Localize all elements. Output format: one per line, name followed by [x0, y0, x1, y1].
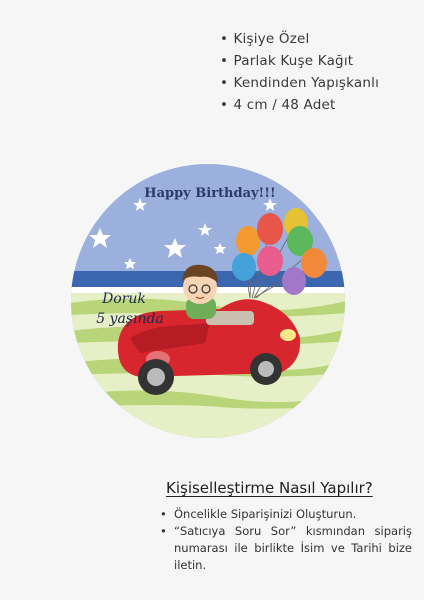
- birthday-sticker-image: Happy Birthday!!! Doruk 5 yaşında: [71, 164, 345, 438]
- feature-item: • 4 cm / 48 Adet: [220, 97, 336, 113]
- instruction-step: Öncelikle Siparişinizi Oluşturun.: [160, 506, 412, 523]
- feature-item: • Kendinden Yapışkanlı: [220, 75, 380, 91]
- instruction-step: “Satıcıya Soru Sor” kısmından sipariş nu…: [160, 523, 412, 574]
- child-name-text: Doruk: [101, 291, 146, 307]
- greeting-text: Happy Birthday!!!: [144, 186, 275, 201]
- age-text: 5 yaşında: [96, 311, 164, 327]
- boy-driver: [182, 264, 218, 319]
- instructions-list: Öncelikle Siparişinizi Oluşturun. “Satıc…: [160, 506, 412, 574]
- feature-item: • Kişiye Özel: [220, 31, 310, 47]
- feature-item: • Parlak Kuşe Kağıt: [220, 53, 354, 69]
- instructions-heading: Kişiselleştirme Nasıl Yapılır?: [166, 479, 373, 497]
- feature-list: • Kişiye Özel • Parlak Kuşe Kağıt • Kend…: [220, 28, 379, 116]
